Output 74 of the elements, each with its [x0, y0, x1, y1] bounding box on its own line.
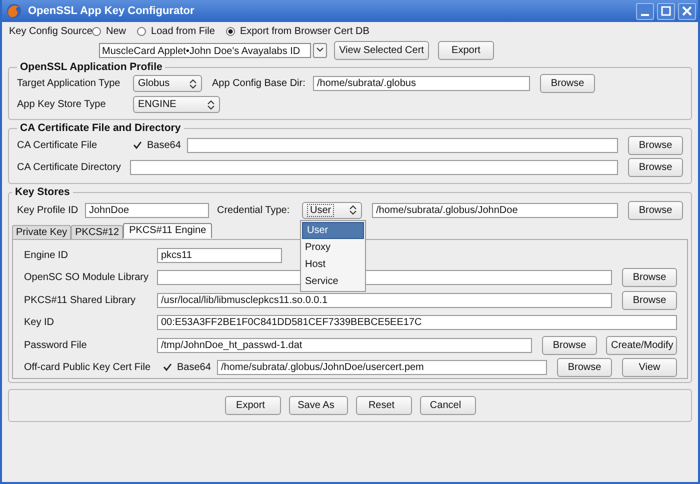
view-cert-button[interactable]: View Selected Cert: [334, 40, 429, 60]
maximize-button[interactable]: [657, 2, 675, 20]
field-label: Key ID: [24, 317, 56, 328]
panel-button[interactable]: Browse: [557, 358, 612, 378]
store-type-combo[interactable]: ENGINE: [133, 96, 220, 113]
minimize-button[interactable]: [636, 2, 654, 20]
input-field[interactable]: /usr/local/lib/libmusclepkcs11.so.0.0.1: [157, 292, 612, 308]
input-field[interactable]: /home/subrata/.globus/JohnDoe/usercert.pem: [217, 360, 547, 376]
cert-dropdown[interactable]: MuscleCard Applet•John Doe's Avayalabs ID: [99, 42, 311, 58]
field-label: Key Profile ID: [17, 204, 80, 216]
panel-button[interactable]: Browse: [542, 336, 597, 355]
close-icon: [681, 5, 693, 17]
radio-option[interactable]: Export from Browser Cert DB: [226, 26, 370, 36]
input-field[interactable]: /tmp/JohnDoe_ht_passwd-1.dat: [157, 338, 532, 353]
check-icon: [132, 140, 142, 150]
panel-button[interactable]: Create/Modify: [606, 336, 677, 355]
input-field[interactable]: 00:E53A3FF2BE1F0C841DD581CEF7339BEBCE5EE17C: [157, 315, 677, 330]
tab[interactable]: PKCS#11 Engine: [123, 223, 212, 238]
browse-button[interactable]: Browse: [628, 200, 683, 220]
updown-icon: [189, 78, 197, 88]
field-label: Engine ID: [24, 250, 69, 261]
maximize-icon: [660, 5, 672, 17]
field-label: Target Application Type: [17, 78, 122, 89]
radio-option[interactable]: Load from File: [137, 26, 215, 36]
window-title: OpenSSL App Key Configurator: [28, 5, 196, 17]
field-label: App Key Store Type: [17, 99, 107, 110]
checkbox[interactable]: Base64: [162, 362, 217, 374]
close-button[interactable]: [678, 2, 696, 20]
menu-item[interactable]: Service: [301, 272, 365, 290]
browse-button[interactable]: Browse: [628, 136, 683, 154]
chevron-down-icon: [316, 47, 324, 53]
input-field[interactable]: /home/subrata/.globus/JohnDoe: [372, 202, 618, 218]
minimize-icon: [641, 14, 649, 16]
action-button[interactable]: Export: [224, 396, 280, 415]
field-label: App Config Base Dir:: [212, 78, 306, 89]
panel-button[interactable]: Browse: [622, 268, 677, 288]
field-label: Password File: [24, 340, 88, 351]
tab[interactable]: PKCS#12: [71, 225, 124, 239]
updown-icon: [349, 205, 357, 215]
action-button[interactable]: Cancel: [420, 396, 476, 415]
field-label: Off-card Public Key Cert File: [24, 362, 152, 374]
browse-button[interactable]: Browse: [540, 74, 595, 93]
menu-item[interactable]: Host: [301, 256, 365, 272]
input-field[interactable]: [130, 160, 618, 174]
input-field[interactable]: [187, 138, 618, 152]
dropdown-button[interactable]: [313, 42, 327, 58]
check-icon: [162, 363, 172, 372]
export-button[interactable]: Export: [438, 40, 494, 60]
field-label: Key Config Source: [9, 26, 92, 36]
action-button[interactable]: Reset: [356, 396, 412, 415]
panel-button[interactable]: Browse: [622, 290, 677, 310]
checkbox[interactable]: Base64: [132, 140, 187, 150]
group-title: OpenSSL Application Profile: [19, 61, 164, 73]
fox-globe-icon: [6, 3, 22, 19]
menu-item[interactable]: User: [302, 222, 364, 238]
group-title: CA Certificate File and Directory: [19, 122, 182, 134]
field-label: PKCS#11 Shared Library: [24, 294, 137, 306]
menu-item[interactable]: Proxy: [301, 238, 365, 256]
field-label: CA Certificate Directory: [17, 162, 122, 172]
action-button[interactable]: Save As: [288, 396, 348, 415]
input-field[interactable]: /home/subrata/.globus: [313, 76, 530, 91]
radio-option[interactable]: New: [92, 26, 126, 36]
field-label: OpenSC SO Module Library: [24, 272, 150, 284]
field-label: CA Certificate File: [17, 140, 98, 150]
panel-button[interactable]: View: [622, 358, 677, 378]
field-label: Credential Type:: [217, 204, 291, 216]
updown-icon: [207, 100, 215, 110]
browse-button[interactable]: Browse: [628, 158, 683, 176]
type-combo[interactable]: Globus: [133, 75, 202, 92]
input-field[interactable]: pkcs11: [157, 248, 282, 263]
group-title: Key Stores: [14, 186, 71, 198]
tab[interactable]: Private Key: [12, 225, 72, 239]
credential-combo[interactable]: User: [302, 202, 362, 218]
input-field[interactable]: JohnDoe: [85, 202, 209, 218]
